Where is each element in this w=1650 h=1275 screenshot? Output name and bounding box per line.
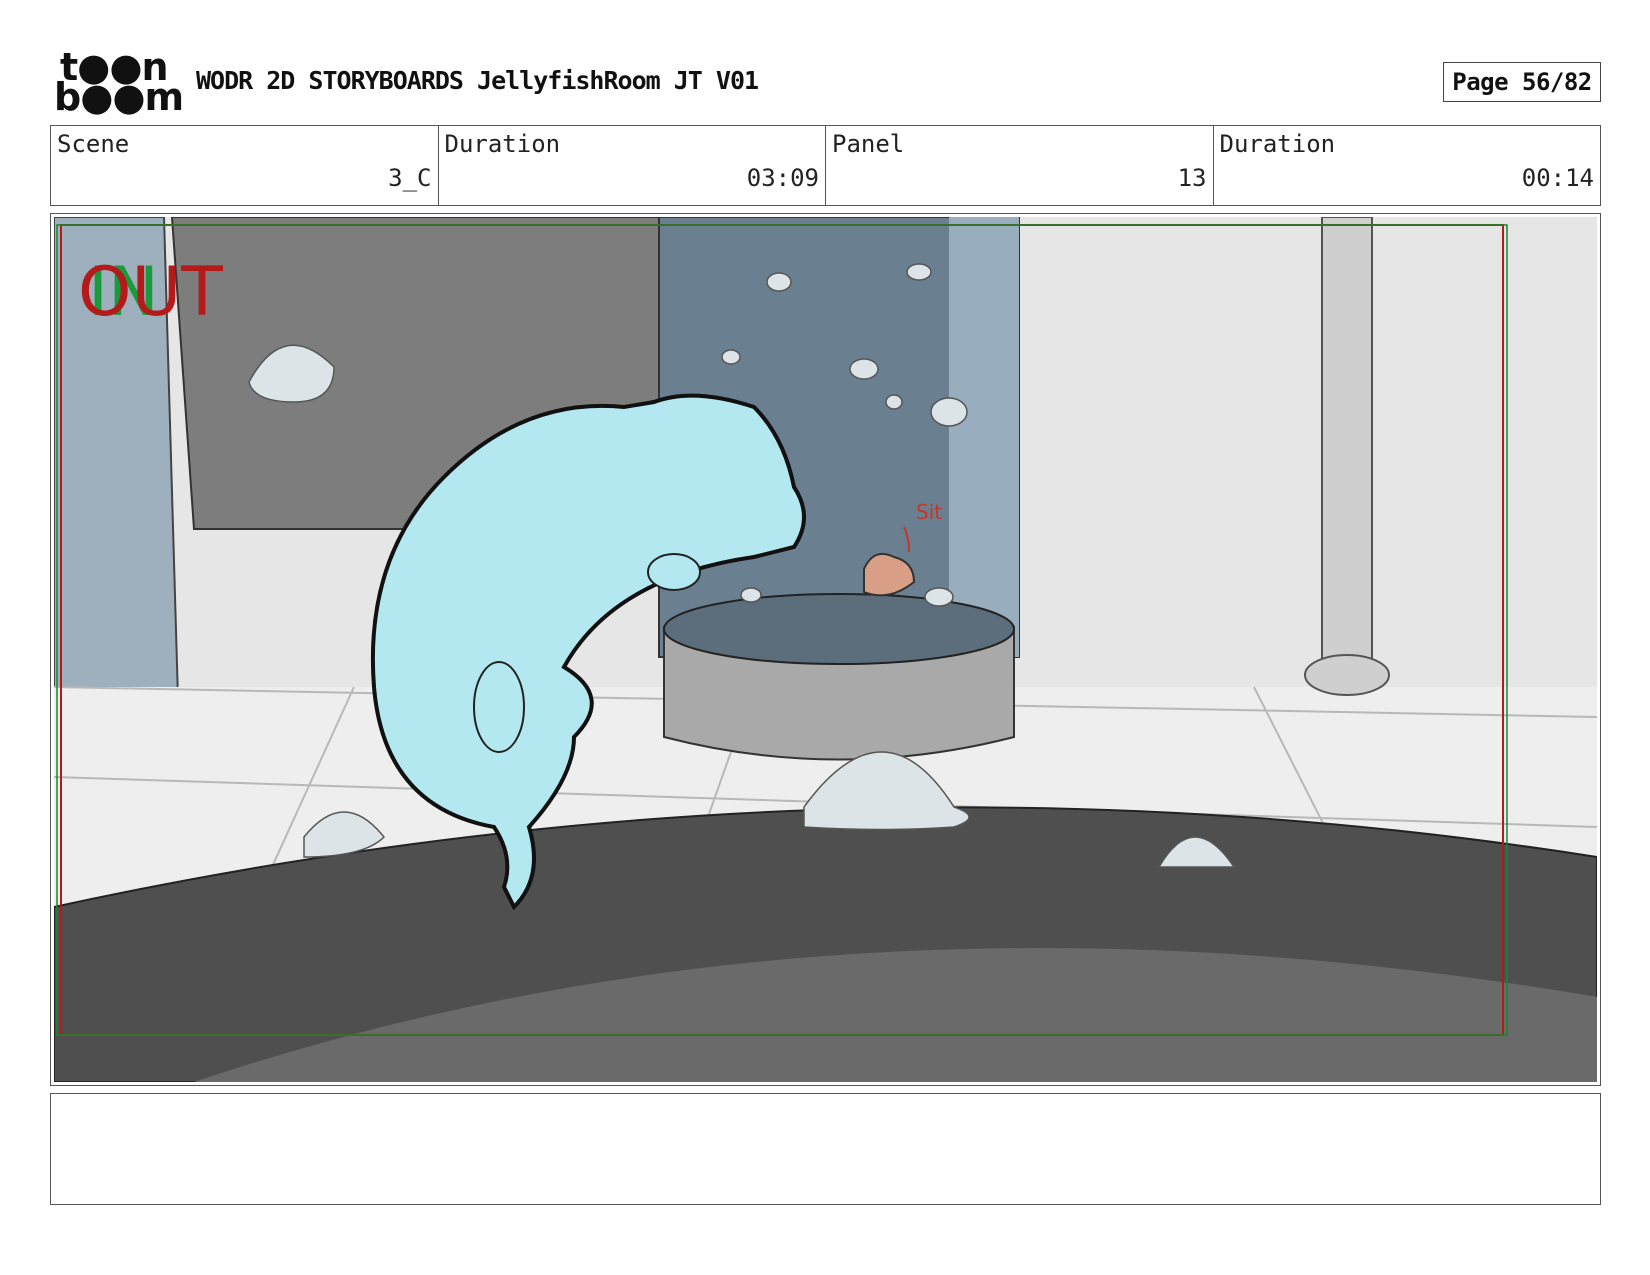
annotation-text: Sit	[916, 500, 942, 524]
scene-duration-value: 03:09	[746, 164, 819, 192]
panel-duration-cell: Duration 00:14	[1214, 126, 1601, 205]
pillar	[1321, 217, 1373, 668]
panel-value: 13	[1177, 164, 1207, 192]
document-title: WODR 2D STORYBOARDS JellyfishRoom JT V01	[196, 66, 759, 95]
pillar-base	[1304, 654, 1390, 696]
storyboard-drawing: Sit IN OUT	[54, 217, 1597, 1082]
panel-duration-label: Duration	[1219, 130, 1336, 158]
panel-notes-box	[50, 1093, 1601, 1205]
scene-duration-cell: Duration 03:09	[439, 126, 826, 205]
tank-opening	[663, 593, 1015, 665]
scene-cell: Scene 3_C	[51, 126, 439, 205]
out-marker: OUT	[78, 253, 223, 332]
panel-duration-value: 00:14	[1521, 164, 1594, 192]
scene-info-table: Scene 3_C Duration 03:09 Panel 13 Durati…	[50, 125, 1601, 206]
otter-paw	[647, 553, 701, 591]
panel-cell: Panel 13	[826, 126, 1214, 205]
panel-label: Panel	[832, 130, 905, 158]
toon-boom-logo: t●●n b●●m	[54, 48, 184, 116]
storyboard-panel-frame: Sit IN OUT	[50, 213, 1601, 1086]
scene-value: 3_C	[388, 164, 432, 192]
logo-bottom-text: b●●m	[54, 75, 184, 119]
page-number: Page 56/82	[1443, 62, 1601, 102]
tank-highlight	[949, 217, 1019, 657]
scene-label: Scene	[57, 130, 130, 158]
otter-leg	[473, 661, 525, 753]
scene-duration-label: Duration	[444, 130, 561, 158]
